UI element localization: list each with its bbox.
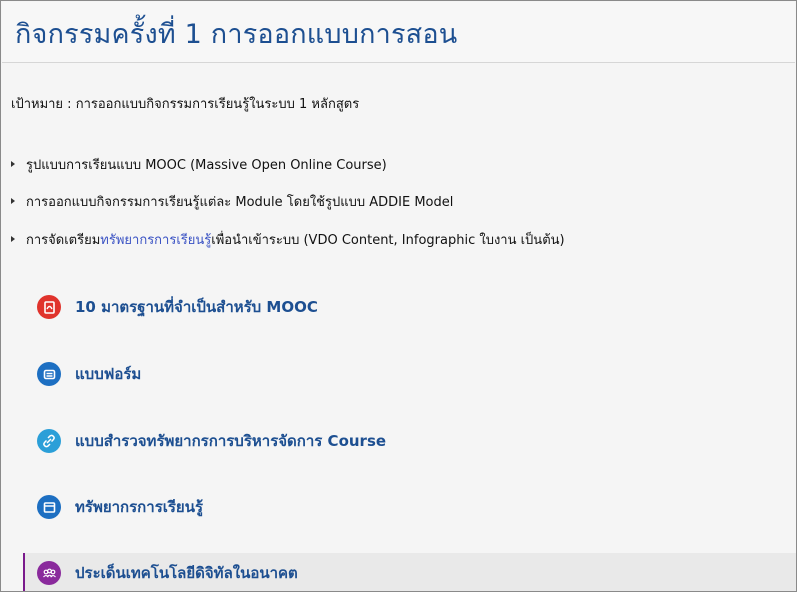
activity-learning-resources[interactable]: ทรัพยากรการเรียนรู้ — [23, 487, 796, 527]
bullet-text: รูปแบบการเรียนแบบ MOOC (Massive Open Onl… — [26, 157, 387, 173]
bullet-marker-icon — [11, 198, 15, 204]
bullet-item: การจัดเตรียม ทรัพยากรการเรียนรู้ เพื่อนำเข… — [11, 228, 565, 250]
bullet-item: รูปแบบการเรียนแบบ MOOC (Massive Open Onl… — [11, 153, 387, 175]
activity-digital-tech-forum[interactable]: ประเด็นเทคโนโลยีดิจิทัลในอนาคต — [23, 553, 796, 591]
bullet-marker-icon — [11, 236, 15, 242]
activity-label[interactable]: แบบฟอร์ม — [75, 362, 141, 386]
activity-mooc-standards[interactable]: 10 มาตรฐานที่จำเป็นสำหรับ MOOC — [23, 287, 796, 327]
pdf-icon — [37, 295, 61, 319]
activity-label[interactable]: ทรัพยากรการเรียนรู้ — [75, 495, 203, 519]
section-title: กิจกรรมครั้งที่ 1 การออกแบบการสอน — [15, 19, 458, 50]
activity-form[interactable]: แบบฟอร์ม — [23, 354, 796, 394]
course-section: กิจกรรมครั้งที่ 1 การออกแบบการสอน เป้าหม… — [0, 0, 797, 592]
activity-course-survey[interactable]: แบบสำรวจทรัพยากรการบริหารจัดการ Course — [23, 421, 796, 461]
forum-icon — [37, 561, 61, 585]
activity-label[interactable]: 10 มาตรฐานที่จำเป็นสำหรับ MOOC — [75, 295, 318, 319]
form-icon — [37, 362, 61, 386]
bullet-marker-icon — [11, 161, 15, 167]
activity-label[interactable]: แบบสำรวจทรัพยากรการบริหารจัดการ Course — [75, 429, 386, 453]
bullet-text: การออกแบบกิจกรรมการเรียนรู้แต่ละ Module … — [26, 194, 454, 210]
activity-label[interactable]: ประเด็นเทคโนโลยีดิจิทัลในอนาคต — [75, 561, 298, 585]
bullet-prefix: การจัดเตรียม — [26, 232, 101, 248]
section-header: กิจกรรมครั้งที่ 1 การออกแบบการสอน — [2, 2, 795, 63]
learning-resources-link[interactable]: ทรัพยากรการเรียนรู้ — [100, 229, 211, 250]
section-goal: เป้าหมาย : การออกแบบกิจกรรมการเรียนรู้ใน… — [11, 97, 360, 112]
bullet-item: การออกแบบกิจกรรมการเรียนรู้แต่ละ Module … — [11, 190, 453, 212]
resource-icon — [37, 495, 61, 519]
bullet-suffix: เพื่อนำเข้าระบบ (VDO Content, Infographi… — [211, 232, 565, 248]
url-link-icon — [37, 429, 61, 453]
